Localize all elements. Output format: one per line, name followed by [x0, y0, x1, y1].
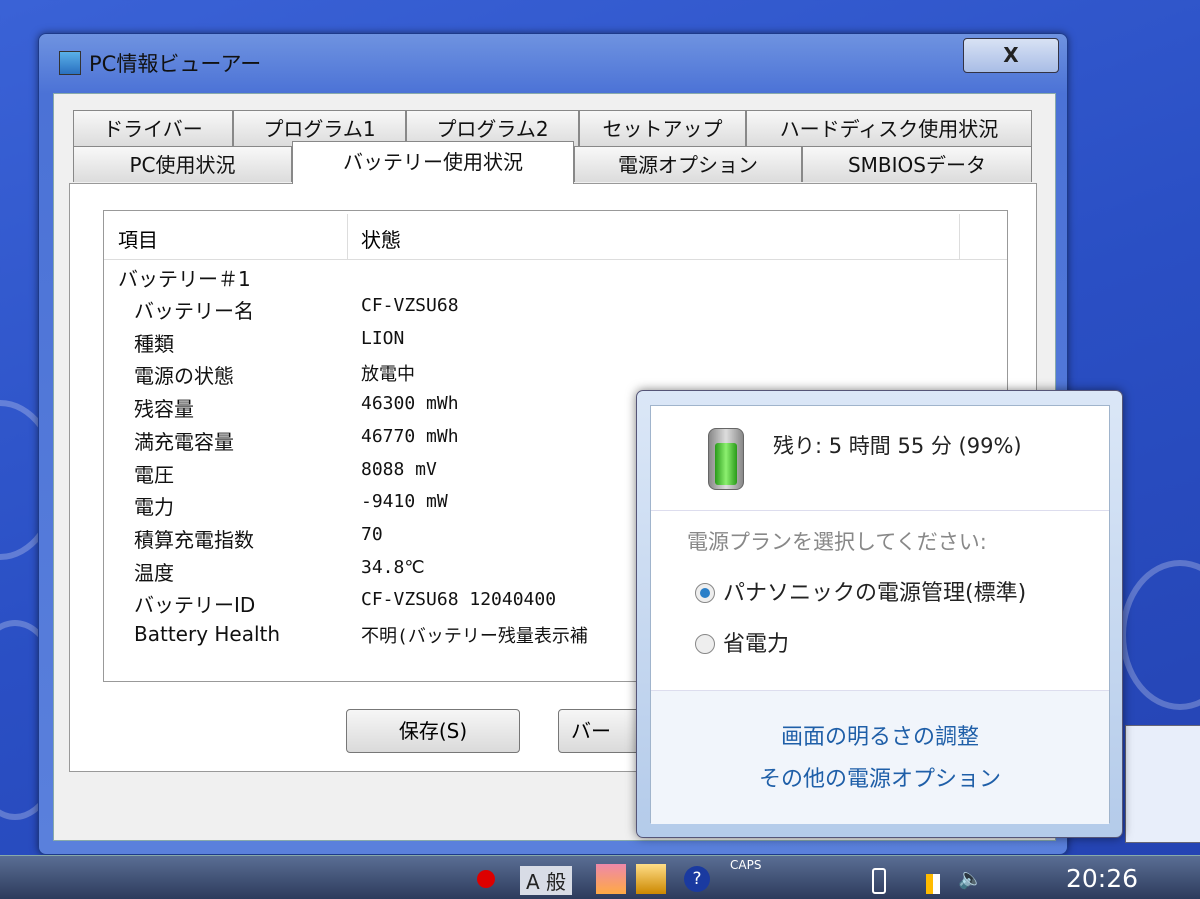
item-value: LION — [361, 327, 405, 349]
list-header: 項目 状態 — [104, 214, 1007, 260]
flyout-content: 残り: 5 時間 55 分 (99%) 電源プランを選択してください: パナソニ… — [650, 405, 1110, 824]
tab-battery-usage[interactable]: バッテリー使用状況 — [292, 141, 574, 184]
battery-tray-icon[interactable] — [872, 868, 886, 894]
item-name: 満充電容量 — [134, 429, 234, 454]
help-icon[interactable]: ? — [684, 866, 710, 892]
column-header-status[interactable]: 状態 — [361, 224, 401, 253]
item-name: 種類 — [134, 331, 174, 356]
save-button[interactable]: 保存(S) — [346, 709, 520, 753]
tab-hdd-usage[interactable]: ハードディスク使用状況 — [746, 110, 1032, 146]
caps-indicator: CAPS — [730, 858, 762, 872]
list-item[interactable]: 電源の状態 放電中 — [104, 360, 1007, 393]
window-title: PC情報ビューアー — [89, 52, 262, 76]
tab-power-options[interactable]: 電源オプション — [574, 146, 802, 182]
item-value: 46300 mWh — [361, 393, 459, 415]
tab-driver[interactable]: ドライバー — [73, 110, 233, 146]
column-divider[interactable] — [959, 214, 960, 260]
divider — [651, 510, 1109, 511]
item-value: 46770 mWh — [361, 425, 459, 447]
close-button[interactable]: X — [963, 38, 1059, 73]
item-name: 電圧 — [134, 462, 174, 487]
tab-smbios-data[interactable]: SMBIOSデータ — [802, 146, 1032, 182]
item-value: CF-VZSU68 12040400 — [361, 589, 557, 611]
plan-prompt: 電源プランを選択してください: — [687, 530, 987, 554]
list-group-row[interactable]: バッテリー＃1 — [104, 263, 1007, 296]
item-value: 34.8℃ — [361, 556, 425, 578]
network-icon[interactable] — [926, 874, 940, 894]
ime-tool-icon[interactable] — [596, 864, 626, 894]
alert-icon[interactable] — [477, 870, 495, 888]
plan-label-power-saver[interactable]: 省電力 — [723, 626, 789, 658]
column-divider[interactable] — [347, 214, 348, 260]
volume-icon[interactable]: 🔈 — [958, 866, 983, 890]
item-value: 放電中 — [361, 364, 415, 386]
item-value: 8088 mV — [361, 458, 437, 480]
links-area: 画面の明るさの調整 その他の電源オプション — [651, 690, 1109, 824]
list-item[interactable]: バッテリー名 CF-VZSU68 — [104, 295, 1007, 328]
tab-pc-usage[interactable]: PC使用状況 — [73, 146, 292, 182]
item-name: Battery Health — [134, 622, 281, 646]
list-item[interactable]: 種類 LION — [104, 328, 1007, 361]
radio-panasonic-plan[interactable] — [695, 583, 715, 603]
item-value: -9410 mW — [361, 491, 448, 513]
item-name: 電力 — [134, 495, 174, 520]
battery-flyout: 残り: 5 時間 55 分 (99%) 電源プランを選択してください: パナソニ… — [636, 390, 1123, 838]
item-name: バッテリーID — [134, 593, 256, 618]
item-name: 積算充電指数 — [134, 527, 254, 552]
title-bar: PC情報ビューアー — [59, 48, 261, 78]
more-power-options-link[interactable]: その他の電源オプション — [651, 761, 1109, 793]
battery-icon — [708, 428, 744, 490]
clock[interactable]: 20:26 — [1066, 864, 1138, 893]
battery-remaining: 残り: 5 時間 55 分 (99%) — [773, 434, 1022, 458]
column-header-item[interactable]: 項目 — [118, 224, 158, 253]
plan-label-panasonic[interactable]: パナソニックの電源管理(標準) — [723, 575, 1026, 607]
radio-power-saver-plan[interactable] — [695, 634, 715, 654]
ime-toolbox-icon[interactable] — [636, 864, 666, 894]
group-label: バッテリー＃1 — [118, 267, 251, 291]
background-window[interactable] — [1125, 725, 1200, 843]
tab-setup[interactable]: セットアップ — [579, 110, 746, 146]
item-name: 温度 — [134, 560, 174, 585]
item-name: バッテリー名 — [134, 299, 254, 323]
item-value: 不明(バッテリー残量表示補 — [361, 626, 588, 647]
app-icon — [59, 51, 81, 75]
item-name: 電源の状態 — [134, 364, 234, 389]
taskbar: A 般 ? CAPS 🔈 20:26 — [0, 855, 1200, 899]
ime-indicator[interactable]: A 般 — [520, 866, 573, 895]
wallpaper-swirl — [1120, 560, 1200, 710]
item-value: CF-VZSU68 — [361, 295, 459, 316]
brightness-link[interactable]: 画面の明るさの調整 — [651, 719, 1109, 751]
item-value: 70 — [361, 523, 383, 545]
item-name: 残容量 — [134, 397, 194, 422]
